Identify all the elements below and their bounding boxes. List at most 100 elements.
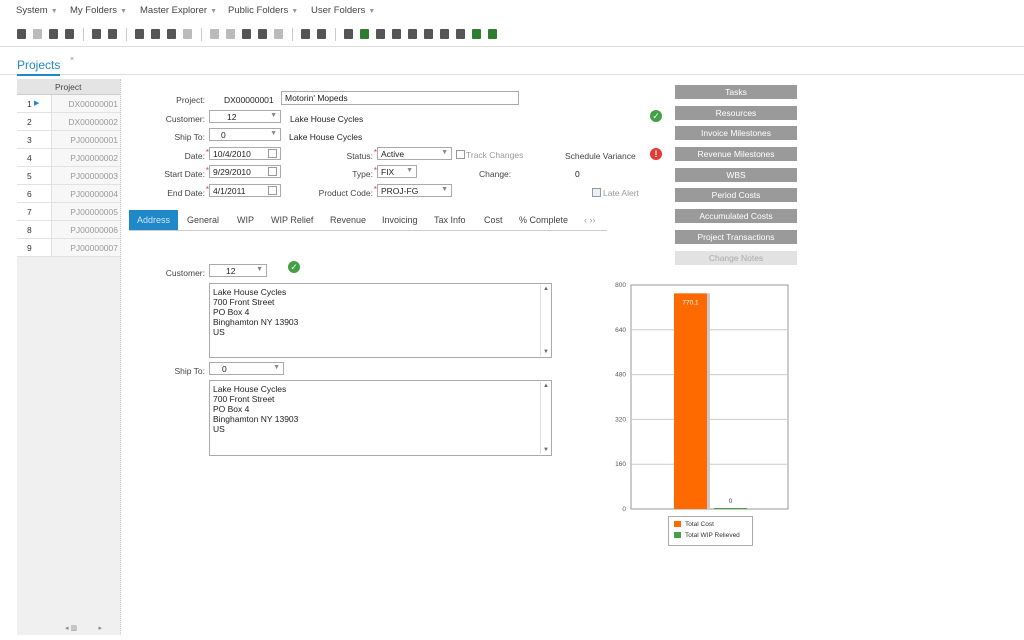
scroll-up-icon[interactable]: ▲ (543, 286, 549, 292)
tab-invoicing[interactable]: Invoicing (382, 215, 418, 225)
row-project-cell[interactable]: PJ00000007 (51, 239, 120, 256)
table-row[interactable]: 9 PJ00000007 (17, 239, 120, 257)
new-record-icon[interactable] (92, 29, 101, 39)
menu-system[interactable]: System ▼ (16, 5, 58, 16)
row-project-cell[interactable]: DX00000001 (51, 95, 120, 112)
track-changes-label: Track Changes (466, 150, 524, 160)
calendar-icon[interactable] (268, 149, 277, 158)
table-row[interactable]: 6 PJ00000004 (17, 185, 120, 203)
scroll-down-icon[interactable]: ▼ (543, 349, 549, 355)
row-project-cell[interactable]: PJ00000004 (51, 185, 120, 202)
table-row[interactable]: 1 ▶ DX00000001 (17, 95, 120, 113)
product-code-select[interactable]: PROJ-FG ▼ (377, 184, 452, 197)
vertical-scrollbar[interactable] (540, 382, 550, 454)
save-all-icon[interactable] (65, 29, 74, 39)
delete-icon[interactable] (108, 29, 117, 39)
tab-percent-complete[interactable]: % Complete (519, 215, 568, 225)
document-icon[interactable] (317, 29, 326, 39)
row-project-cell[interactable]: PJ00000003 (51, 167, 120, 184)
wrench-icon[interactable] (408, 29, 417, 39)
shipto-address-textarea[interactable]: Lake House Cycles 700 Front Street PO Bo… (209, 380, 552, 456)
first-record-icon[interactable] (210, 29, 219, 39)
table-row[interactable]: 5 PJ00000003 (17, 167, 120, 185)
period-costs-button[interactable]: Period Costs (675, 188, 797, 202)
project-name-field[interactable]: Motorin' Mopeds (281, 91, 519, 105)
table-row[interactable]: 8 PJ00000006 (17, 221, 120, 239)
vertical-scrollbar[interactable] (540, 285, 550, 356)
project-id: DX00000001 (224, 95, 274, 105)
menu-label: Master Explorer (140, 5, 208, 16)
tab-revenue[interactable]: Revenue (330, 215, 366, 225)
refresh-icon[interactable] (135, 29, 144, 39)
attach-icon[interactable] (472, 29, 481, 39)
table-icon[interactable] (344, 29, 353, 39)
table-row[interactable]: 7 PJ00000005 (17, 203, 120, 221)
resources-button[interactable]: Resources (675, 106, 797, 120)
end-date-field[interactable]: 4/1/2011 (209, 184, 281, 197)
zoom-icon[interactable] (456, 29, 465, 39)
tab-scroll-arrows[interactable]: ‹ ›› (584, 215, 596, 225)
filter-icon[interactable] (167, 29, 176, 39)
accumulated-costs-button[interactable]: Accumulated Costs (675, 209, 797, 223)
tab-general[interactable]: General (187, 215, 219, 225)
spreadsheet-icon[interactable] (360, 29, 369, 39)
menu-public-folders[interactable]: Public Folders ▼ (228, 5, 298, 16)
tab-address[interactable]: Address (129, 210, 179, 230)
next-record-icon[interactable] (242, 29, 251, 39)
type-select[interactable]: FIX ▼ (377, 165, 417, 178)
print-icon[interactable] (392, 29, 401, 39)
shipto-select[interactable]: 0 ▼ (209, 128, 281, 141)
tasks-button[interactable]: Tasks (675, 85, 797, 99)
scroll-down-icon[interactable]: ▼ (543, 447, 549, 453)
tab-wip-relief[interactable]: WIP Relief (271, 215, 313, 225)
report-icon[interactable] (440, 29, 449, 39)
status-select[interactable]: Active ▼ (377, 147, 452, 160)
row-project-cell[interactable]: PJ00000005 (51, 203, 120, 220)
table-row[interactable]: 4 PJ00000002 (17, 149, 120, 167)
scroll-up-icon[interactable]: ▲ (543, 383, 549, 389)
menu-user-folders[interactable]: User Folders ▼ (311, 5, 375, 16)
row-project-cell[interactable]: PJ00000001 (51, 131, 120, 148)
sort-icon[interactable] (183, 29, 192, 39)
grid-header[interactable]: Project (17, 79, 120, 95)
chevron-down-icon: ▼ (119, 8, 127, 15)
revenue-milestones-button[interactable]: Revenue Milestones (675, 147, 797, 161)
customer-select[interactable]: 12 ▼ (209, 110, 281, 123)
save-icon[interactable] (33, 29, 42, 39)
previous-record-icon[interactable] (226, 29, 235, 39)
menu-my-folders[interactable]: My Folders ▼ (70, 5, 127, 16)
invoice-milestones-button[interactable]: Invoice Milestones (675, 126, 797, 140)
table-row[interactable]: 2 DX00000002 (17, 113, 120, 131)
tab-projects[interactable]: Projects (17, 58, 61, 76)
row-project-cell[interactable]: PJ00000002 (51, 149, 120, 166)
late-alert-checkbox[interactable] (592, 188, 601, 197)
tab-cost[interactable]: Cost (484, 215, 503, 225)
address-shipto-select[interactable]: 0 ▼ (209, 362, 284, 375)
list-icon[interactable] (274, 29, 283, 39)
calculator-icon[interactable] (424, 29, 433, 39)
calendar-icon[interactable] (268, 167, 277, 176)
tab-wip[interactable]: WIP (237, 215, 254, 225)
save-as-icon[interactable] (49, 29, 58, 39)
calendar-icon[interactable] (301, 29, 310, 39)
menu-master-explorer[interactable]: Master Explorer ▼ (140, 5, 217, 16)
date-field[interactable]: 10/4/2010 (209, 147, 281, 160)
project-transactions-button[interactable]: Project Transactions (675, 230, 797, 244)
clipboard-icon[interactable] (376, 29, 385, 39)
track-changes-checkbox[interactable] (456, 150, 465, 159)
table-row[interactable]: 3 PJ00000001 (17, 131, 120, 149)
address-customer-select[interactable]: 12 ▼ (209, 264, 267, 277)
last-record-icon[interactable] (258, 29, 267, 39)
wbs-button[interactable]: WBS (675, 168, 797, 182)
calendar-icon[interactable] (268, 186, 277, 195)
open-folder-icon[interactable] (17, 29, 26, 39)
customer-address-textarea[interactable]: Lake House Cycles 700 Front Street PO Bo… (209, 283, 552, 358)
row-project-cell[interactable]: DX00000002 (51, 113, 120, 130)
horizontal-scrollbar[interactable]: ◂ ▥ ▸ (65, 624, 102, 632)
note-icon[interactable] (488, 29, 497, 39)
close-icon[interactable]: × (70, 56, 74, 63)
row-project-cell[interactable]: PJ00000006 (51, 221, 120, 238)
start-date-field[interactable]: 9/29/2010 (209, 165, 281, 178)
tab-tax-info[interactable]: Tax Info (434, 215, 466, 225)
edit-icon[interactable] (151, 29, 160, 39)
